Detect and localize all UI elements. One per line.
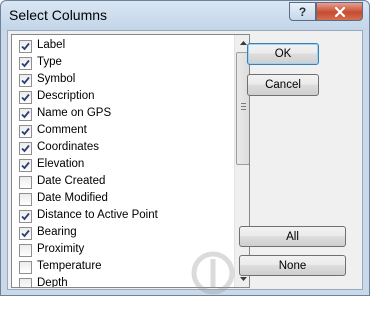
cancel-button[interactable]: Cancel [247,74,319,96]
column-checkbox[interactable] [19,40,32,53]
column-checkbox[interactable] [19,74,32,87]
select-all-button[interactable]: All [239,226,346,247]
column-checkbox[interactable] [19,176,32,189]
column-label: Temperature [37,260,102,272]
checkmark-icon [21,42,30,51]
checkmark-icon [21,59,30,68]
checkmark-icon [21,229,30,238]
column-checkbox[interactable] [19,57,32,70]
column-label: Date Created [37,175,106,187]
help-button[interactable]: ? [289,2,316,21]
close-button[interactable] [316,2,363,21]
thumb-grip [241,103,246,104]
column-option[interactable]: Coordinates [12,140,234,157]
close-icon [334,6,345,17]
dialog-body: Label Type Symbol Description Name on GPS Com… [7,30,363,295]
thumb-grip [241,109,246,110]
checkmark-icon [21,76,30,85]
title-bar[interactable]: Select Columns ? [1,1,369,30]
column-checkbox[interactable] [19,159,32,172]
column-label: Proximity [37,243,85,255]
column-checkbox[interactable] [19,278,32,287]
checkmark-icon [21,212,30,221]
column-label: Date Modified [37,192,108,204]
column-checkbox[interactable] [19,210,32,223]
column-label: Label [37,39,66,51]
chevron-up-icon [239,41,247,45]
checkmark-icon [21,161,30,170]
checkmark-icon [21,93,30,102]
checkmark-icon [21,127,30,136]
watermark-logo [191,251,235,295]
column-label: Description [37,90,95,102]
column-label: Symbol [37,73,76,85]
select-columns-dialog: Select Columns ? Label Type Symbol Descript… [0,0,370,296]
scrollbar-thumb[interactable] [236,52,249,165]
column-option[interactable]: Elevation [12,157,234,174]
column-label: Name on GPS [37,107,112,119]
column-option[interactable]: Type [12,55,234,72]
column-label: Type [37,56,62,68]
column-label: Elevation [37,158,85,170]
column-label: Bearing [37,226,77,238]
select-none-button[interactable]: None [239,255,346,276]
column-label: Coordinates [37,141,100,153]
column-option[interactable]: Comment [12,123,234,140]
column-label: Depth [37,277,68,288]
thumb-grip [241,106,246,107]
column-checkbox[interactable] [19,261,32,274]
column-checkbox[interactable] [19,125,32,138]
column-checkbox[interactable] [19,142,32,155]
column-option[interactable]: Distance to Active Point [12,208,234,225]
column-option[interactable]: Label [12,38,234,55]
column-option[interactable]: Date Created [12,174,234,191]
column-checkbox[interactable] [19,227,32,240]
column-label: Distance to Active Point [37,209,158,221]
column-option[interactable]: Description [12,89,234,106]
column-option[interactable]: Date Modified [12,191,234,208]
checkmark-icon [21,144,30,153]
column-checkbox[interactable] [19,193,32,206]
column-option[interactable]: Bearing [12,225,234,242]
column-label: Comment [37,124,87,136]
column-checkbox[interactable] [19,244,32,257]
help-icon: ? [298,4,307,19]
checkmark-icon [21,110,30,119]
column-checkbox[interactable] [19,91,32,104]
ok-button[interactable]: OK [247,43,319,65]
dialog-title: Select Columns [9,7,108,23]
column-checkbox[interactable] [19,108,32,121]
column-option[interactable]: Name on GPS [12,106,234,123]
column-option[interactable]: Symbol [12,72,234,89]
